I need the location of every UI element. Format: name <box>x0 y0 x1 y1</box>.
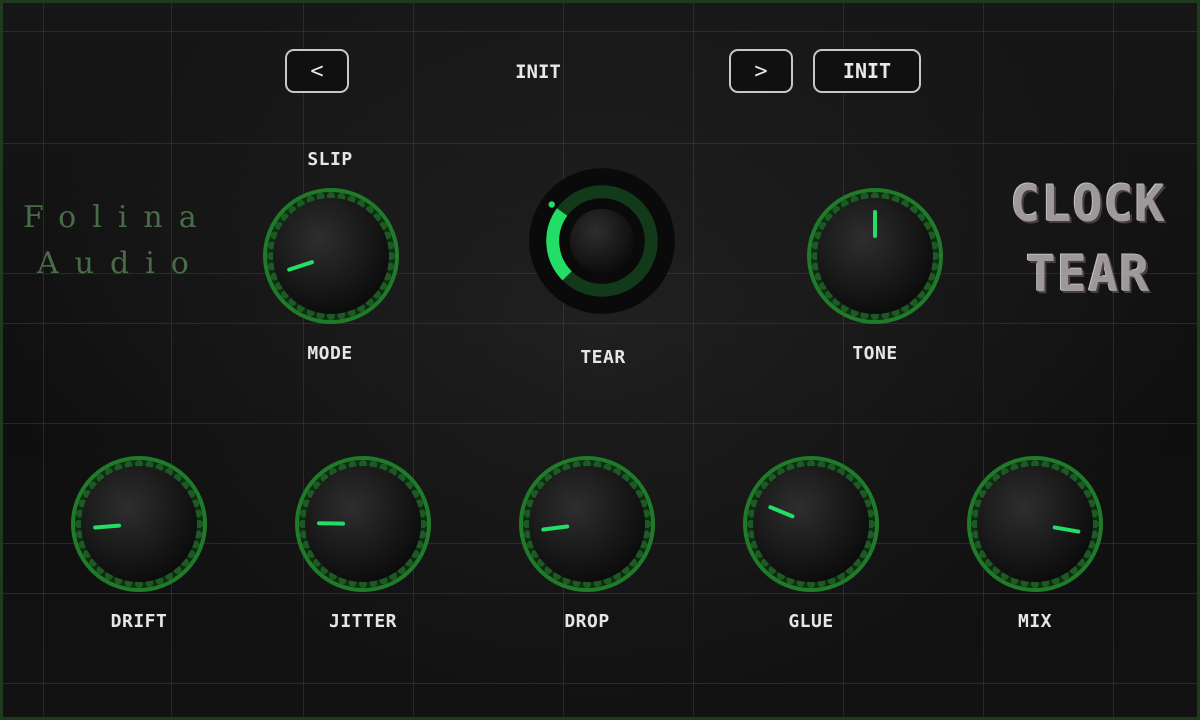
mode-top-label: SLIP <box>307 149 353 170</box>
brand-logo: Folina Audio <box>23 195 243 287</box>
knob-pointer <box>548 201 555 208</box>
knob-body <box>977 466 1093 582</box>
jitter-label: JITTER <box>328 611 398 632</box>
brand-line-1: Folina <box>23 200 213 235</box>
glue-label: GLUE <box>788 611 834 632</box>
knob-body <box>81 466 197 582</box>
tone-knob[interactable] <box>805 186 945 326</box>
knob-cap <box>569 208 635 274</box>
drop-label: DROP <box>564 611 610 632</box>
grid-line <box>983 3 984 717</box>
tear-knob[interactable] <box>527 166 677 316</box>
glue-knob[interactable] <box>741 454 881 594</box>
knob-body <box>529 466 645 582</box>
glue-knob-graphic <box>743 456 879 592</box>
grid-line <box>3 31 1197 32</box>
tone-label: TONE <box>852 343 898 364</box>
grid-line <box>3 423 1197 424</box>
grid-line <box>171 3 172 717</box>
mode-label: MODE <box>307 343 353 364</box>
drift-knob[interactable] <box>69 454 209 594</box>
product-line-1: CLOCK <box>1010 175 1166 233</box>
grid-line <box>43 3 44 717</box>
plugin-panel: < INIT > INIT Folina Audio CLOCK TEAR SL… <box>0 0 1200 720</box>
grid-line <box>1113 3 1114 717</box>
grid-line <box>3 323 1197 324</box>
init-button[interactable]: INIT <box>813 49 921 93</box>
knob-body <box>273 198 389 314</box>
drop-knob[interactable] <box>517 454 657 594</box>
preset-name: INIT <box>515 61 561 83</box>
grid-line <box>693 3 694 717</box>
mix-knob[interactable] <box>965 454 1105 594</box>
mix-label: MIX <box>1017 611 1052 632</box>
mode-knob-graphic <box>263 188 399 324</box>
mix-knob-graphic <box>967 456 1103 592</box>
grid-line <box>3 683 1197 684</box>
knob-pointer <box>93 523 122 530</box>
grid-line <box>3 143 1197 144</box>
mode-knob[interactable] <box>261 186 401 326</box>
jitter-knob[interactable] <box>293 454 433 594</box>
drift-knob-graphic <box>71 456 207 592</box>
drift-label: DRIFT <box>110 611 168 632</box>
product-line-2: TEAR <box>1025 245 1151 303</box>
brand-line-2: Audio <box>37 246 205 281</box>
knob-body <box>753 466 869 582</box>
drop-knob-graphic <box>519 456 655 592</box>
tone-knob-graphic <box>807 188 943 324</box>
tear-label: TEAR <box>580 347 626 368</box>
prev-preset-button[interactable]: < <box>285 49 349 93</box>
product-logo: CLOCK TEAR <box>988 169 1188 309</box>
grid-line <box>413 3 414 717</box>
tear-knob-graphic <box>529 168 675 314</box>
next-preset-button[interactable]: > <box>729 49 793 93</box>
jitter-knob-graphic <box>295 456 431 592</box>
